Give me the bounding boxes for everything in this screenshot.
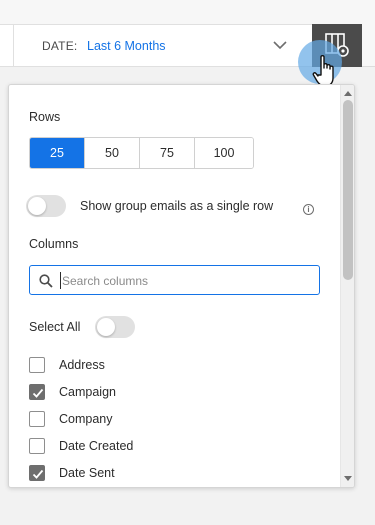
checkbox[interactable]	[29, 411, 45, 427]
rows-option-50[interactable]: 50	[85, 138, 140, 168]
checkbox[interactable]	[29, 357, 45, 373]
columns-section-title: Columns	[29, 237, 79, 251]
rows-option-75[interactable]: 75	[140, 138, 195, 168]
checkmark-icon	[32, 469, 44, 479]
date-filter-dropdown[interactable]: DATE: Last 6 Months	[14, 24, 312, 67]
date-filter-value[interactable]: Last 6 Months	[87, 39, 166, 53]
column-option-label: Campaign	[59, 385, 116, 399]
toggle-knob	[97, 318, 115, 336]
checkbox-checked[interactable]	[29, 384, 45, 400]
select-all-toggle[interactable]	[95, 316, 135, 338]
rows-option-100[interactable]: 100	[195, 138, 253, 168]
scrollbar-thumb[interactable]	[343, 100, 353, 280]
toggle-knob	[28, 197, 46, 215]
scroll-down-arrow-icon[interactable]	[344, 476, 352, 481]
column-option-label: Company	[59, 412, 113, 426]
search-columns-input[interactable]	[60, 272, 310, 289]
search-columns-field[interactable]	[29, 265, 320, 295]
group-emails-label: Show group emails as a single row	[80, 199, 274, 213]
rows-per-page-selector: 25 50 75 100	[29, 137, 254, 169]
chevron-down-icon[interactable]	[272, 37, 288, 53]
info-icon[interactable]: i	[303, 204, 314, 215]
scroll-up-arrow-icon[interactable]	[344, 91, 352, 96]
toolbar-left-segment[interactable]	[0, 24, 14, 67]
checkmark-icon	[32, 388, 44, 398]
panel-scrollbar[interactable]	[340, 85, 354, 487]
column-option-label: Date Sent	[59, 466, 115, 480]
checkbox-checked[interactable]	[29, 465, 45, 481]
rows-section-title: Rows	[29, 110, 61, 124]
search-icon	[39, 274, 53, 288]
column-option-label: Date Created	[59, 439, 134, 453]
checkbox[interactable]	[29, 438, 45, 454]
date-filter-label: DATE:	[42, 39, 78, 53]
rows-option-25[interactable]: 25	[30, 138, 85, 168]
select-all-label: Select All	[29, 320, 81, 334]
table-settings-panel: Rows 25 50 75 100 Show group emails as a…	[8, 84, 355, 488]
column-option-label: Address	[59, 358, 105, 372]
group-emails-toggle[interactable]	[26, 195, 66, 217]
